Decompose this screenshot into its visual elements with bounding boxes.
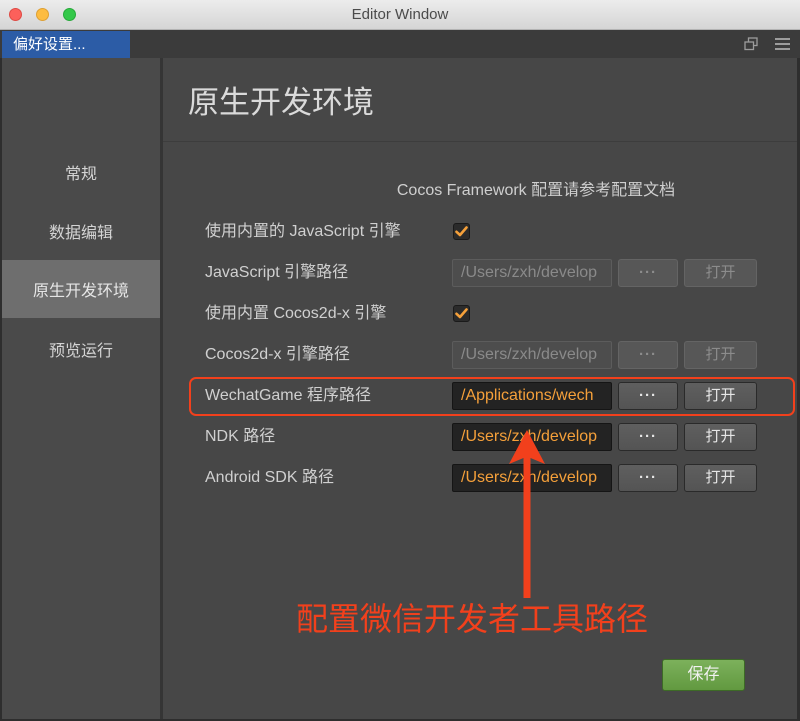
checkmark-icon xyxy=(455,308,468,319)
title-bar: Editor Window xyxy=(0,0,800,30)
save-button[interactable]: 保存 xyxy=(662,659,745,691)
ndk-path-label: NDK 路径 xyxy=(205,428,276,445)
header-divider xyxy=(163,141,797,142)
cocos2dx-engine-path-browse-button[interactable]: ··· xyxy=(618,341,678,369)
setting-row: Android SDK 路径 ··· 打开 xyxy=(189,464,795,492)
android-sdk-path-browse-button[interactable]: ··· xyxy=(618,464,678,492)
android-sdk-path-open-button[interactable]: 打开 xyxy=(684,464,757,492)
framework-note: Cocos Framework 配置请参考配置文档 xyxy=(396,182,676,199)
sidebar-item-general[interactable]: 常规 xyxy=(2,142,160,201)
tab-bar: 偏好设置... xyxy=(0,30,800,58)
setting-row: 使用内置 Cocos2d-x 引擎 xyxy=(189,300,795,328)
cocos2dx-engine-path-open-button[interactable]: 打开 xyxy=(684,341,757,369)
sidebar-item-native-env[interactable]: 原生开发环境 xyxy=(2,260,160,318)
menu-icon[interactable] xyxy=(775,38,790,50)
cocos2dx-engine-path-label: Cocos2d-x 引擎路径 xyxy=(205,346,350,363)
js-engine-path-input[interactable] xyxy=(452,259,612,287)
setting-row: 使用内置的 JavaScript 引擎 xyxy=(189,218,795,246)
use-builtin-cocos2dx-engine-checkbox[interactable] xyxy=(453,305,470,322)
page-title: 原生开发环境 xyxy=(188,85,374,120)
setting-row: NDK 路径 ··· 打开 xyxy=(189,423,795,451)
setting-row: JavaScript 引擎路径 ··· 打开 xyxy=(189,259,795,287)
cocos2dx-engine-path-input[interactable] xyxy=(452,341,612,369)
js-engine-path-open-button[interactable]: 打开 xyxy=(684,259,757,287)
js-engine-path-browse-button[interactable]: ··· xyxy=(618,259,678,287)
annotation-highlight-box xyxy=(189,377,795,416)
popout-icon[interactable] xyxy=(744,37,758,51)
annotation-text: 配置微信开发者工具路径 xyxy=(296,601,649,637)
use-builtin-js-engine-label: 使用内置的 JavaScript 引擎 xyxy=(205,223,401,240)
sidebar: 常规 数据编辑 原生开发环境 预览运行 xyxy=(2,58,160,719)
js-engine-path-label: JavaScript 引擎路径 xyxy=(205,264,349,281)
use-builtin-cocos2dx-engine-label: 使用内置 Cocos2d-x 引擎 xyxy=(205,305,387,322)
ndk-path-open-button[interactable]: 打开 xyxy=(684,423,757,451)
android-sdk-path-label: Android SDK 路径 xyxy=(205,469,334,486)
arrow-up-icon xyxy=(505,428,549,600)
sidebar-item-data-editor[interactable]: 数据编辑 xyxy=(2,201,160,260)
tab-preferences[interactable]: 偏好设置... xyxy=(2,31,130,58)
setting-row: Cocos2d-x 引擎路径 ··· 打开 xyxy=(189,341,795,369)
window-title: Editor Window xyxy=(351,6,449,23)
checkmark-icon xyxy=(455,226,468,237)
use-builtin-js-engine-checkbox[interactable] xyxy=(453,223,470,240)
ndk-path-browse-button[interactable]: ··· xyxy=(618,423,678,451)
sidebar-item-preview-run[interactable]: 预览运行 xyxy=(2,319,160,378)
